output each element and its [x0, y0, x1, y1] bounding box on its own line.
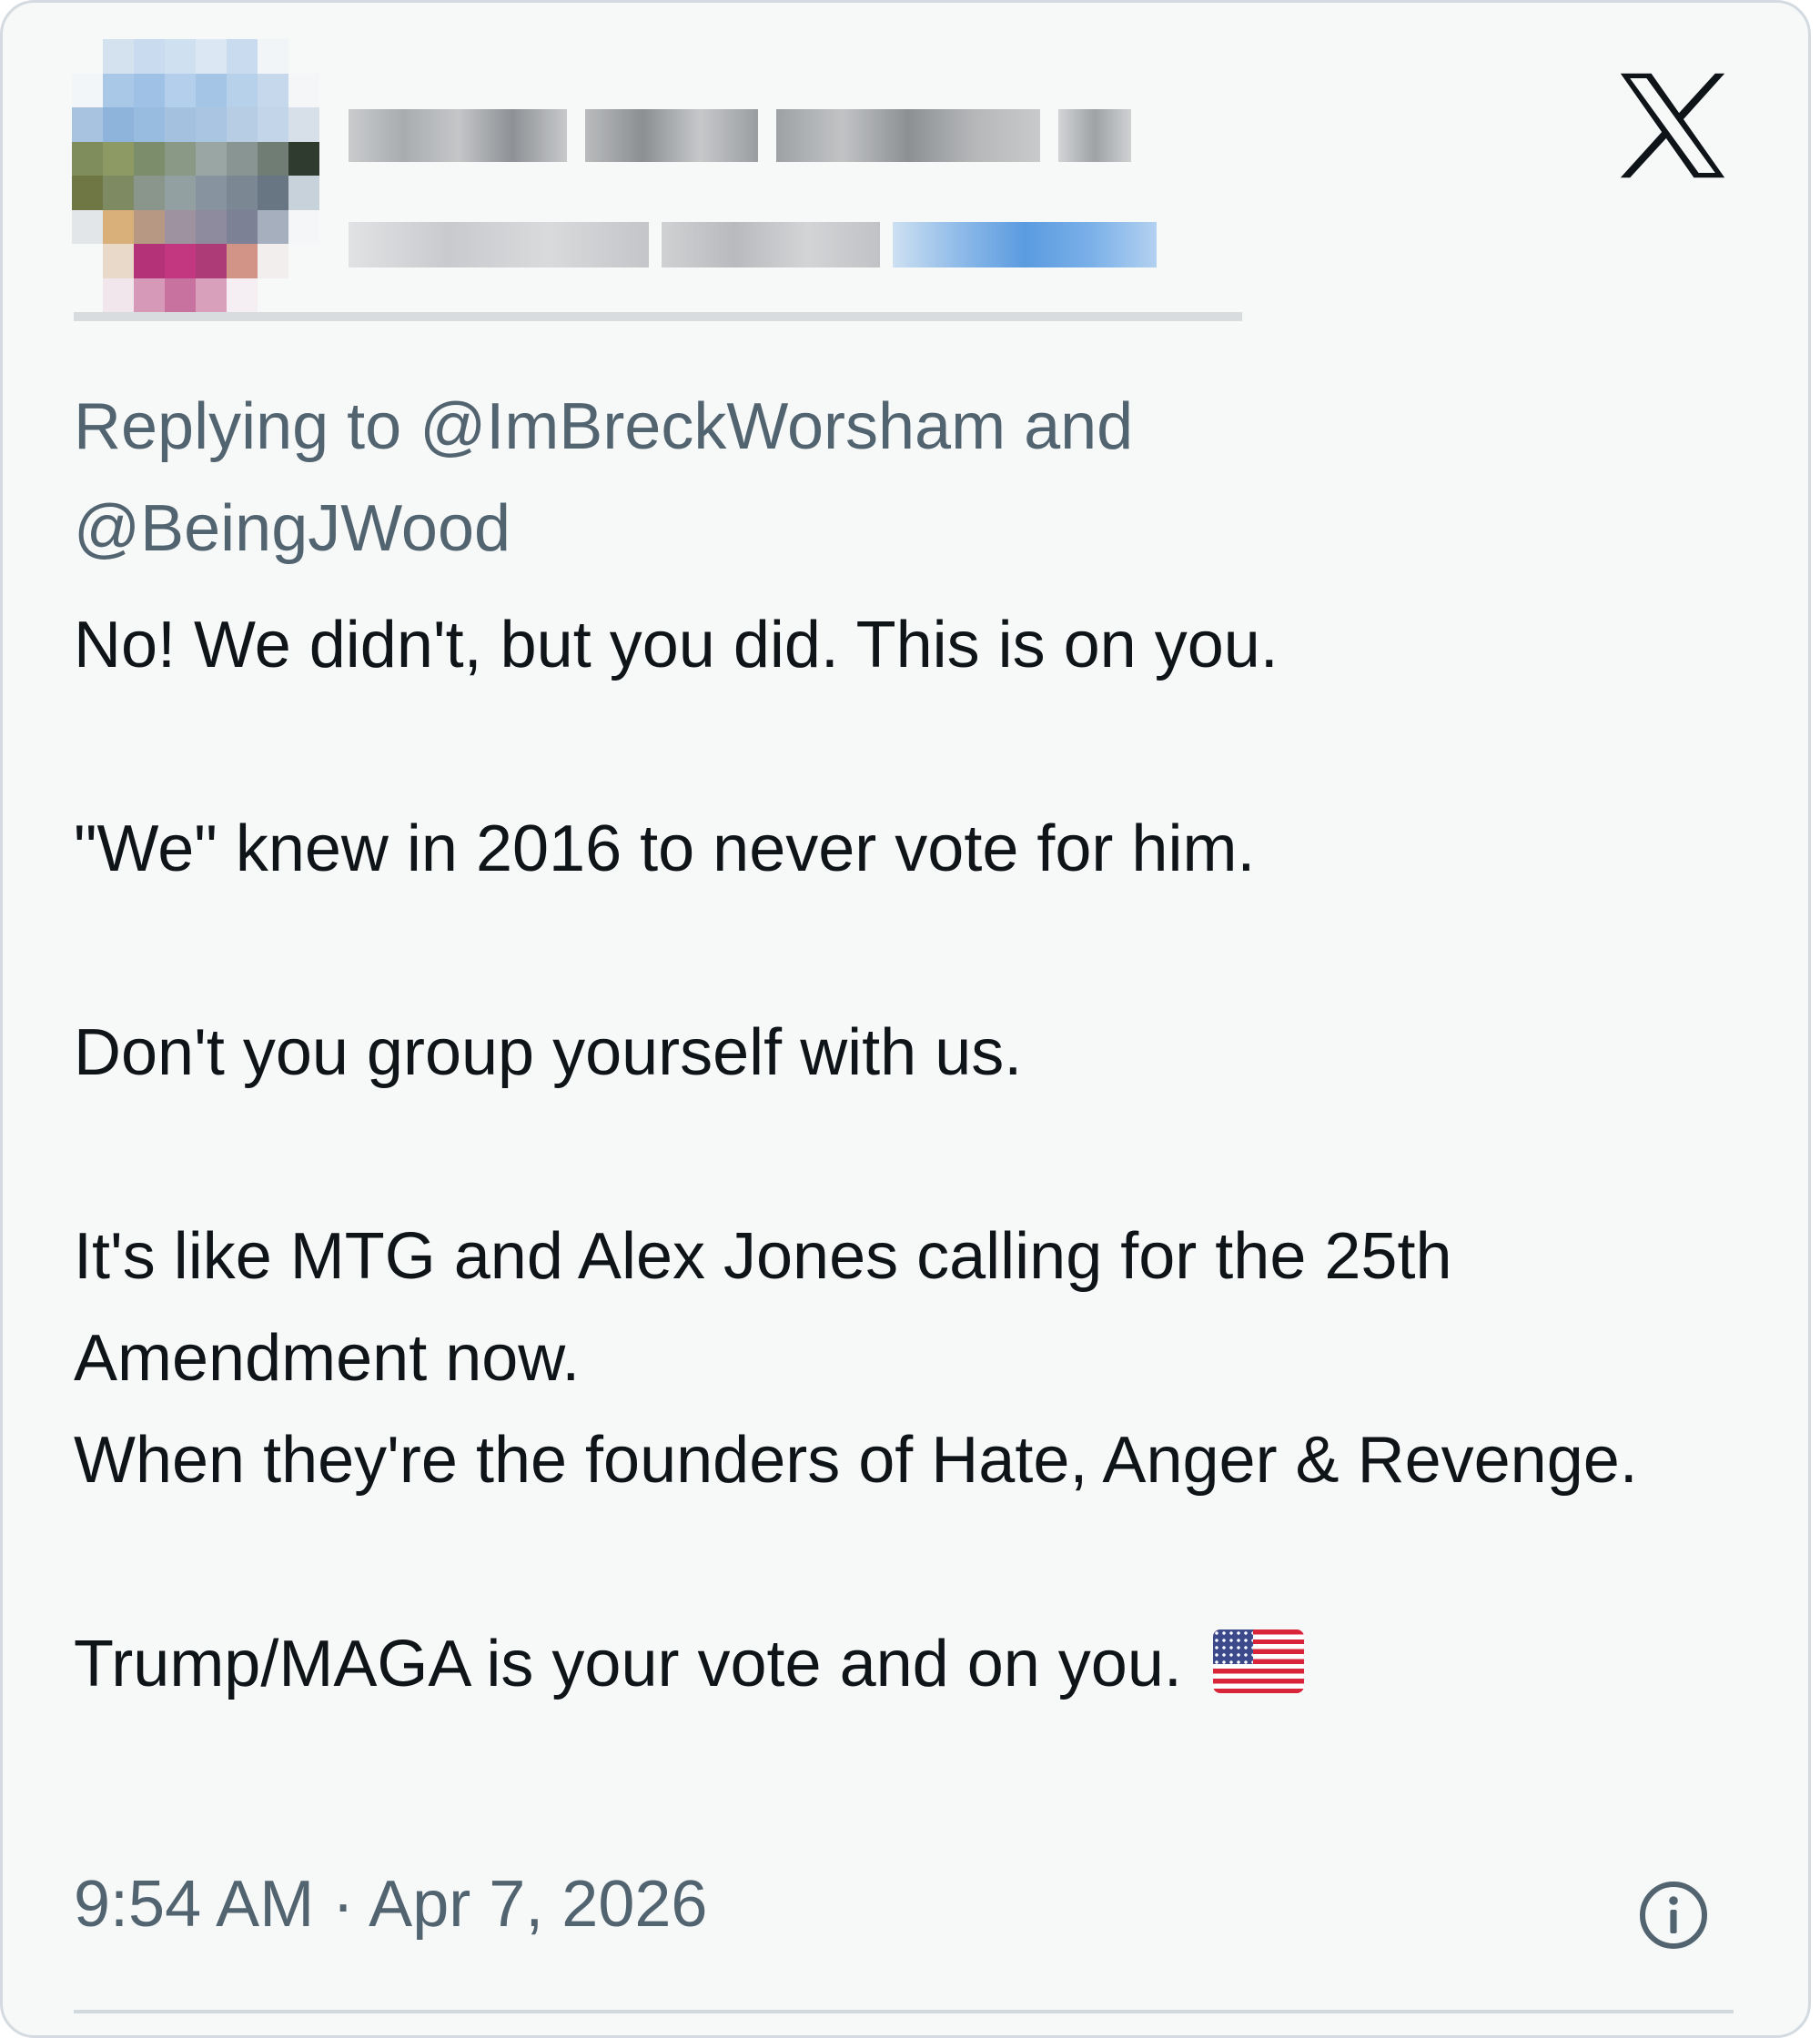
tweet-paragraph: Trump/MAGA is your vote and on you.: [74, 1628, 1200, 1700]
tweet-paragraph-with-flag: Trump/MAGA is your vote and on you.: [74, 1613, 1766, 1715]
handle-and-follow-redacted[interactable]: [349, 205, 1204, 285]
mention-link[interactable]: @ImBreckWorsham: [420, 390, 1006, 463]
footer-divider: [74, 2010, 1734, 2013]
embedded-tweet-card[interactable]: Replying to @ImBreckWorsham and @BeingJW…: [0, 0, 1811, 2038]
tweet-paragraph: Don't you group yourself with us.: [74, 1016, 1023, 1089]
tweet-paragraph: "We" knew in 2016 to never vote for him.: [74, 812, 1256, 885]
replying-to: Replying to @ImBreckWorsham and @BeingJW…: [74, 376, 1712, 580]
tweet-paragraph: No! We didn't, but you did. This is on y…: [74, 609, 1279, 681]
tweet-paragraph: It's like MTG and Alex Jones calling for…: [74, 1220, 1638, 1497]
info-icon[interactable]: [1637, 1879, 1710, 1952]
us-flag-emoji-icon: [1212, 1629, 1304, 1693]
replying-and: and: [1006, 390, 1134, 463]
display-name-redacted[interactable]: [349, 94, 1149, 177]
mention-link[interactable]: @BeingJWood: [74, 492, 511, 565]
x-logo-icon[interactable]: [1613, 66, 1732, 185]
tweet-text: No! We didn't, but you did. This is on y…: [74, 594, 1766, 1715]
avatar[interactable]: [72, 39, 319, 312]
header-divider: [74, 312, 1242, 321]
follow-link-redacted[interactable]: [893, 222, 1157, 267]
replying-prefix: Replying to: [74, 390, 420, 463]
tweet-timestamp[interactable]: 9:54 AM · Apr 7, 2026: [74, 1859, 707, 1950]
